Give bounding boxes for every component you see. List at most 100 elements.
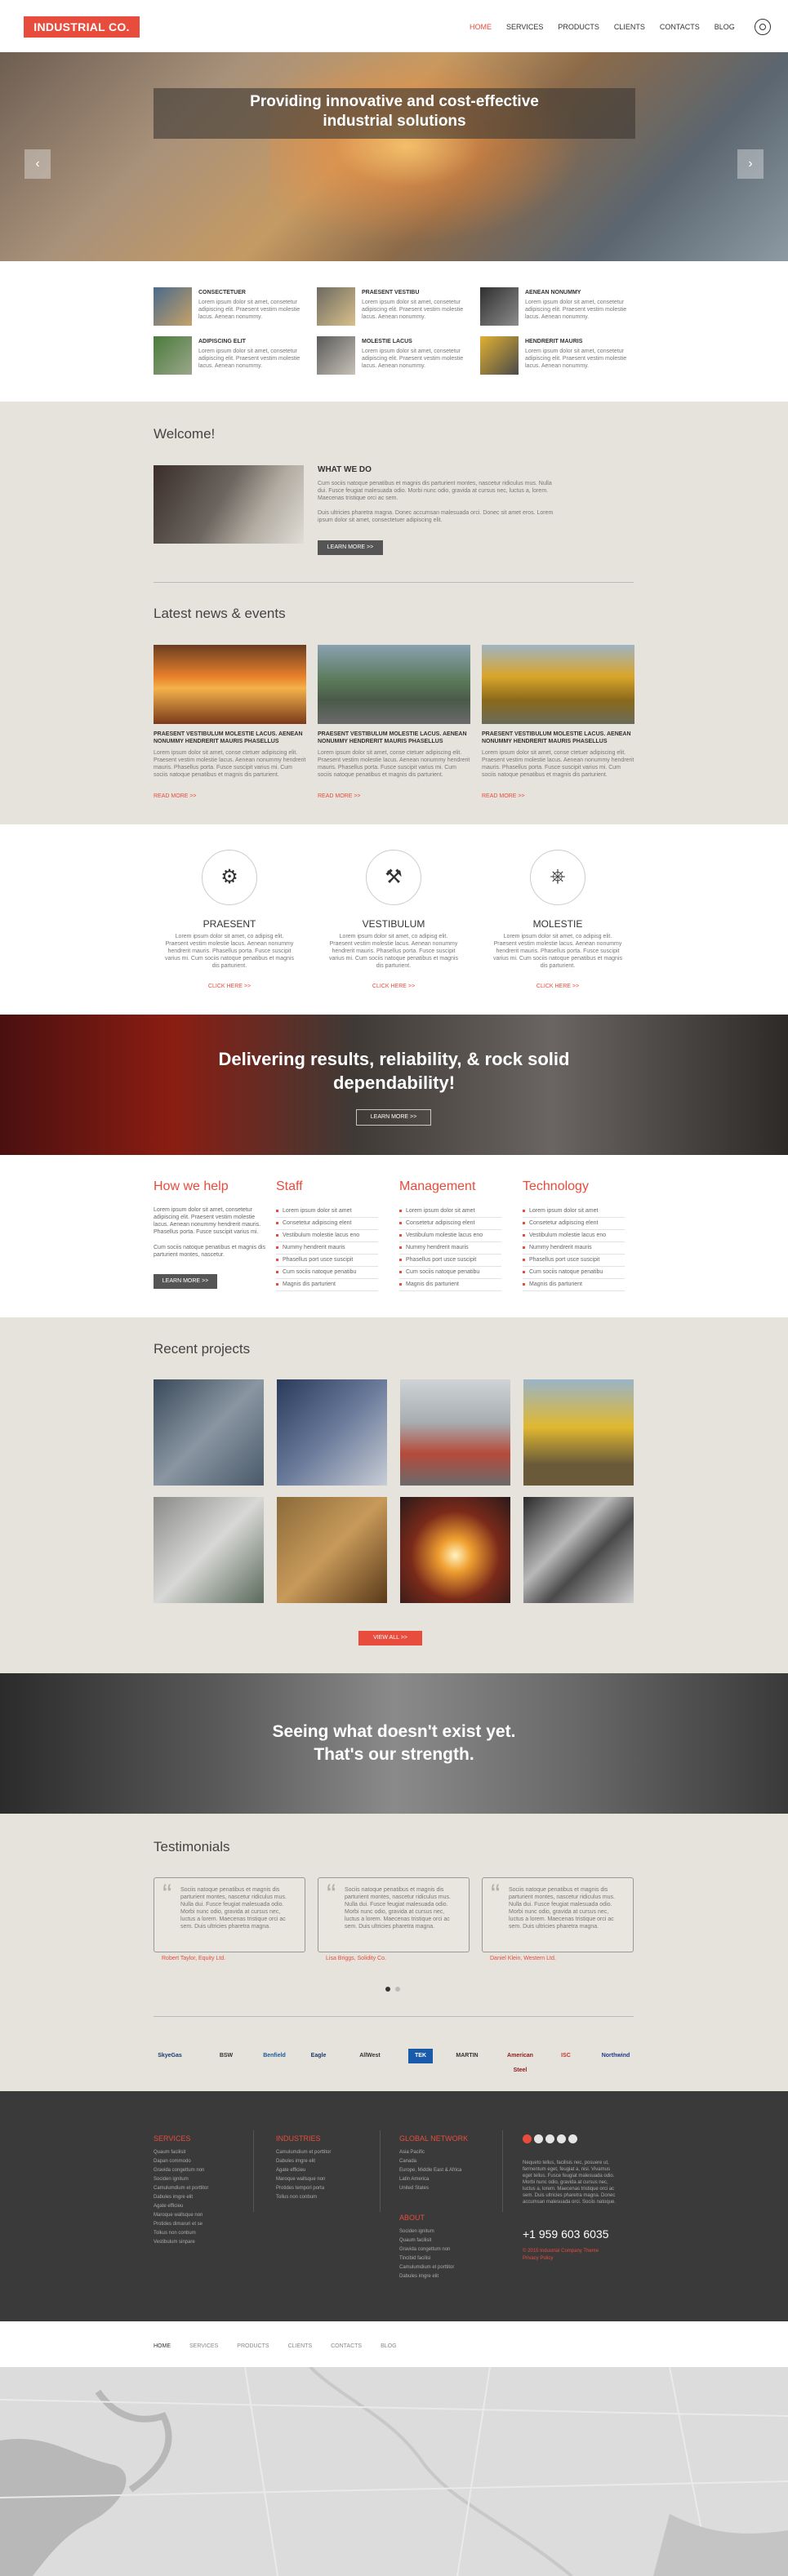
project-thumbnail[interactable]	[154, 1497, 264, 1603]
read-more-link[interactable]: READ MORE >>	[154, 793, 197, 799]
partner-logo[interactable]: Northwind	[598, 2049, 634, 2063]
banner-learn-more-button[interactable]: LEARN MORE >>	[356, 1109, 431, 1126]
partner-logo[interactable]: BSW	[212, 2049, 240, 2063]
list-item[interactable]: Phasellus port usce suscipit	[399, 1255, 501, 1267]
learn-more-button[interactable]: LEARN MORE >>	[318, 540, 383, 555]
partner-logo[interactable]: SkyeGas	[154, 2049, 186, 2063]
feature-item[interactable]: CONSECTETUER Lorem ipsum dolor sit amet,…	[154, 287, 305, 328]
google-plus-icon[interactable]	[523, 2134, 532, 2143]
footer-link[interactable]: Dabules imgre elit	[276, 2157, 374, 2166]
footer-link[interactable]: Dabules imgre elit	[154, 2193, 252, 2202]
privacy-policy-link[interactable]: Privacy Policy	[523, 2255, 629, 2263]
footer-link[interactable]: Latin America	[399, 2175, 497, 2184]
click-here-link[interactable]: CLICK HERE >>	[164, 984, 295, 989]
list-item[interactable]: Cum sociis natoque penatibu	[523, 1267, 625, 1279]
footer-link[interactable]: Dabules imgre elit	[399, 2272, 497, 2281]
news-heading[interactable]: PRAESENT VESTIBULUM MOLESTIE LACUS. AENE…	[482, 731, 634, 745]
click-here-link[interactable]: CLICK HERE >>	[328, 984, 459, 989]
click-here-link[interactable]: CLICK HERE >>	[492, 984, 623, 989]
pinterest-icon[interactable]	[568, 2134, 577, 2143]
list-item[interactable]: Nummy hendrerit mauris	[399, 1242, 501, 1255]
project-thumbnail[interactable]	[400, 1379, 510, 1486]
list-item[interactable]: Consetetur adipiscing elent	[399, 1218, 501, 1230]
list-item[interactable]: Phasellus port usce suscipit	[276, 1255, 378, 1267]
footer-link[interactable]: Tincibid facilisi	[399, 2254, 497, 2263]
footer-link[interactable]: Maroque wallsque non	[154, 2211, 252, 2220]
list-item[interactable]: Phasellus port usce suscipit	[523, 1255, 625, 1267]
feature-item[interactable]: HENDRERIT MAURIS Lorem ipsum dolor sit a…	[480, 336, 631, 377]
news-image[interactable]	[318, 645, 470, 724]
footer-phone[interactable]: +1 959 603 6035	[523, 2227, 609, 2241]
news-heading[interactable]: PRAESENT VESTIBULUM MOLESTIE LACUS. AENE…	[318, 731, 470, 745]
slider-next-arrow-icon[interactable]: ›	[737, 149, 764, 179]
help-learn-more-button[interactable]: LEARN MORE >>	[154, 1274, 217, 1289]
footer-link[interactable]: Quaum facilisit	[154, 2148, 252, 2157]
nav-home[interactable]: HOME	[470, 23, 492, 31]
footer-nav-clients[interactable]: CLIENTS	[288, 2343, 313, 2349]
read-more-link[interactable]: READ MORE >>	[482, 793, 525, 799]
list-item[interactable]: Nummy hendrerit mauris	[523, 1242, 625, 1255]
list-item[interactable]: Cum sociis natoque penatibu	[276, 1267, 378, 1279]
footer-link[interactable]: Maroque wallsque non	[276, 2175, 374, 2184]
search-icon[interactable]	[755, 19, 771, 35]
nav-contacts[interactable]: CONTACTS	[660, 23, 700, 31]
footer-link[interactable]: United States	[399, 2184, 497, 2193]
footer-link[interactable]: Agate efficieu	[154, 2202, 252, 2211]
slider-prev-arrow-icon[interactable]: ‹	[24, 149, 51, 179]
nav-services[interactable]: SERVICES	[506, 23, 543, 31]
list-item[interactable]: Magnis dis parturient	[523, 1279, 625, 1291]
project-thumbnail[interactable]	[523, 1379, 634, 1486]
partner-logo[interactable]: MARTIN	[451, 2049, 483, 2063]
footer-link[interactable]: Tollus non conbum	[276, 2193, 374, 2202]
nav-clients[interactable]: CLIENTS	[614, 23, 645, 31]
project-thumbnail[interactable]	[277, 1379, 387, 1486]
footer-link[interactable]: Quaum facilisit	[399, 2236, 497, 2245]
list-item[interactable]: Consetetur adipiscing elent	[276, 1218, 378, 1230]
project-thumbnail[interactable]	[154, 1379, 264, 1486]
news-heading[interactable]: PRAESENT VESTIBULUM MOLESTIE LACUS. AENE…	[154, 731, 306, 745]
footer-nav-services[interactable]: SERVICES	[189, 2343, 218, 2349]
footer-link[interactable]: Protides dimaruri et se	[154, 2220, 252, 2229]
list-item[interactable]: Lorem ipsum dolor sit amet	[276, 1206, 378, 1218]
partner-logo[interactable]: TEK	[408, 2049, 433, 2063]
list-item[interactable]: Vestibulum molestie lacus eno	[523, 1230, 625, 1242]
site-logo[interactable]: INDUSTRIAL CO.	[24, 16, 140, 38]
partner-logo[interactable]: Benfield	[258, 2049, 291, 2063]
footer-link[interactable]: Sociden ignitum	[399, 2227, 497, 2236]
location-map[interactable]	[0, 2367, 788, 2576]
footer-link[interactable]: Asia Pacific	[399, 2148, 497, 2157]
project-thumbnail[interactable]	[523, 1497, 634, 1603]
footer-link[interactable]: Camulumdium et porttitor	[154, 2184, 252, 2193]
footer-link[interactable]: Canada	[399, 2157, 497, 2166]
footer-link[interactable]: Dapan commodo	[154, 2157, 252, 2166]
nav-products[interactable]: PRODUCTS	[558, 23, 599, 31]
footer-link[interactable]: Sociden ignitum	[154, 2175, 252, 2184]
news-image[interactable]	[154, 645, 306, 724]
feature-item[interactable]: AENEAN NONUMMY Lorem ipsum dolor sit ame…	[480, 287, 631, 328]
footer-link[interactable]: Europe, Middle East & Africa	[399, 2166, 497, 2175]
list-item[interactable]: Magnis dis parturient	[276, 1279, 378, 1291]
facebook-icon[interactable]	[545, 2134, 554, 2143]
nav-blog[interactable]: BLOG	[715, 23, 735, 31]
feature-item[interactable]: MOLESTIE LACUS Lorem ipsum dolor sit ame…	[317, 336, 468, 377]
news-image[interactable]	[482, 645, 634, 724]
feature-item[interactable]: ADIPISCING ELIT Lorem ipsum dolor sit am…	[154, 336, 305, 377]
footer-link[interactable]: Tolkus non conbum	[154, 2229, 252, 2238]
footer-nav-home[interactable]: HOME	[154, 2343, 171, 2349]
partner-logo[interactable]: AllWest	[354, 2049, 386, 2063]
footer-link[interactable]: Gravida congettum non	[399, 2245, 497, 2254]
list-item[interactable]: Vestibulum molestie lacus eno	[276, 1230, 378, 1242]
carousel-dot[interactable]	[395, 1987, 400, 1992]
list-item[interactable]: Lorem ipsum dolor sit amet	[523, 1206, 625, 1218]
footer-nav-products[interactable]: PRODUCTS	[237, 2343, 269, 2349]
footer-link[interactable]: Camulumdium et porttitor	[276, 2148, 374, 2157]
project-thumbnail[interactable]	[277, 1497, 387, 1603]
list-item[interactable]: Lorem ipsum dolor sit amet	[399, 1206, 501, 1218]
list-item[interactable]: Nummy hendrerit mauris	[276, 1242, 378, 1255]
footer-nav-contacts[interactable]: CONTACTS	[331, 2343, 362, 2349]
carousel-dot-active[interactable]	[385, 1987, 390, 1992]
list-item[interactable]: Cum sociis natoque penatibu	[399, 1267, 501, 1279]
feature-item[interactable]: PRAESENT VESTIBU Lorem ipsum dolor sit a…	[317, 287, 468, 328]
list-item[interactable]: Consetetur adipiscing elent	[523, 1218, 625, 1230]
project-thumbnail[interactable]	[400, 1497, 510, 1603]
